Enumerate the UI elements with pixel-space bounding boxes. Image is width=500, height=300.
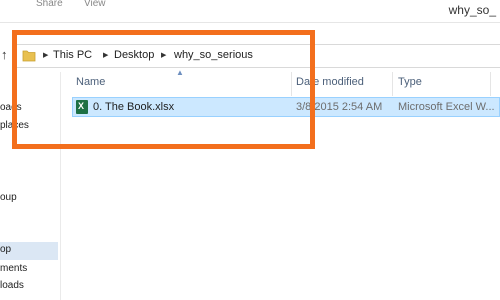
column-header-type[interactable]: Type (398, 76, 422, 88)
nav-item-downloads-2[interactable]: loads (0, 280, 24, 291)
ribbon-divider (0, 22, 500, 23)
window-title: why_so_ (448, 3, 496, 17)
column-divider[interactable] (392, 72, 393, 96)
up-arrow-icon[interactable]: ↑ (1, 47, 8, 62)
ribbon-tab-share[interactable]: Share (36, 0, 63, 9)
ribbon-tab-view[interactable]: View (84, 0, 106, 9)
file-type: Microsoft Excel W... (398, 101, 495, 113)
title-bar: Share View why_so_ (0, 0, 500, 22)
annotation-highlight-box (12, 30, 315, 149)
nav-item-homegroup[interactable]: oup (0, 192, 17, 203)
column-divider[interactable] (490, 72, 491, 96)
nav-item-desktop[interactable]: op (0, 242, 58, 260)
nav-item-documents[interactable]: ments (0, 263, 27, 274)
